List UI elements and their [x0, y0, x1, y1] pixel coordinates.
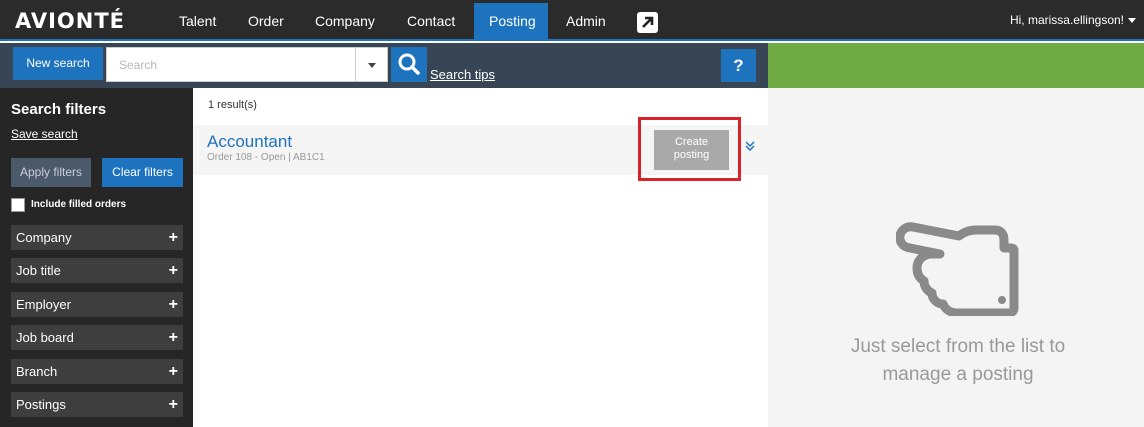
user-greeting: Hi, marissa.ellingson!: [1009, 13, 1124, 27]
arrow-up-right-icon: [642, 16, 654, 28]
nav-talent[interactable]: Talent: [164, 3, 231, 41]
empty-state-message: Just select from the list to manage a po…: [850, 336, 1066, 385]
search-icon: [398, 53, 420, 75]
result-title[interactable]: Accountant: [207, 132, 292, 152]
filter-company[interactable]: Company +: [11, 225, 183, 250]
include-filled-label: Include filled orders: [31, 199, 127, 210]
help-button[interactable]: ?: [721, 49, 756, 82]
apply-filters-button[interactable]: Apply filters: [11, 158, 91, 187]
user-menu[interactable]: Hi, marissa.ellingson!: [1010, 13, 1136, 27]
caret-down-icon: [1128, 18, 1136, 24]
search-bar: New search Search tips ?: [0, 43, 768, 88]
pointing-hand-icon: [896, 222, 1019, 316]
plus-icon: +: [168, 363, 178, 380]
plus-icon: +: [168, 329, 178, 346]
filter-employer[interactable]: Employer +: [11, 292, 183, 317]
search-field: [106, 47, 388, 82]
filter-label: Company: [16, 230, 72, 245]
result-subtitle: Order 108 - Open | AB1C1: [207, 152, 325, 163]
filter-label: Branch: [16, 364, 58, 379]
filter-label: Job board: [16, 330, 74, 345]
filter-branch[interactable]: Branch +: [11, 359, 183, 384]
search-filters-sidebar: Search filters Save search Apply filters…: [0, 88, 193, 427]
plus-icon: +: [168, 296, 178, 313]
new-search-button[interactable]: New search: [13, 47, 103, 80]
nav-contact[interactable]: Contact: [392, 3, 470, 41]
save-search-link[interactable]: Save search: [11, 127, 78, 141]
filter-label: Job title: [16, 263, 61, 278]
logo: AVIONTÉ: [15, 9, 125, 33]
nav-admin[interactable]: Admin: [551, 3, 621, 41]
filter-label: Employer: [16, 297, 71, 312]
filter-label: Postings: [16, 397, 66, 412]
double-chevron-down-icon[interactable]: [744, 140, 756, 152]
clear-filters-button[interactable]: Clear filters: [102, 158, 183, 187]
plus-icon: +: [168, 396, 178, 413]
create-posting-button[interactable]: Create posting: [654, 130, 729, 170]
create-posting-label-line1: Create: [674, 136, 709, 148]
plus-icon: +: [168, 229, 178, 246]
result-count: 1 result(s): [208, 99, 257, 111]
status-bar: [768, 43, 1144, 88]
filter-postings[interactable]: Postings +: [11, 392, 183, 417]
nav-company[interactable]: Company: [300, 3, 390, 41]
detail-panel: Just select from the list to manage a po…: [768, 88, 1144, 427]
search-input[interactable]: [107, 48, 357, 81]
plus-icon: +: [168, 262, 178, 279]
caret-down-icon: [368, 63, 376, 68]
include-filled-checkbox[interactable]: [11, 198, 25, 212]
search-dropdown-button[interactable]: [355, 48, 387, 81]
nav-posting[interactable]: Posting: [474, 3, 548, 41]
create-posting-label-line2: posting: [673, 149, 710, 161]
search-button[interactable]: [391, 47, 427, 82]
external-link-button[interactable]: [637, 12, 658, 33]
filter-job-title[interactable]: Job title +: [11, 258, 183, 283]
sidebar-title: Search filters: [11, 101, 107, 118]
nav-order[interactable]: Order: [233, 3, 299, 41]
results-panel: 1 result(s) Accountant Order 108 - Open …: [193, 88, 768, 427]
top-nav: AVIONTÉ Talent Order Company Contact Pos…: [0, 0, 1144, 41]
search-tips-link[interactable]: Search tips: [430, 67, 495, 82]
filter-job-board[interactable]: Job board +: [11, 325, 183, 350]
